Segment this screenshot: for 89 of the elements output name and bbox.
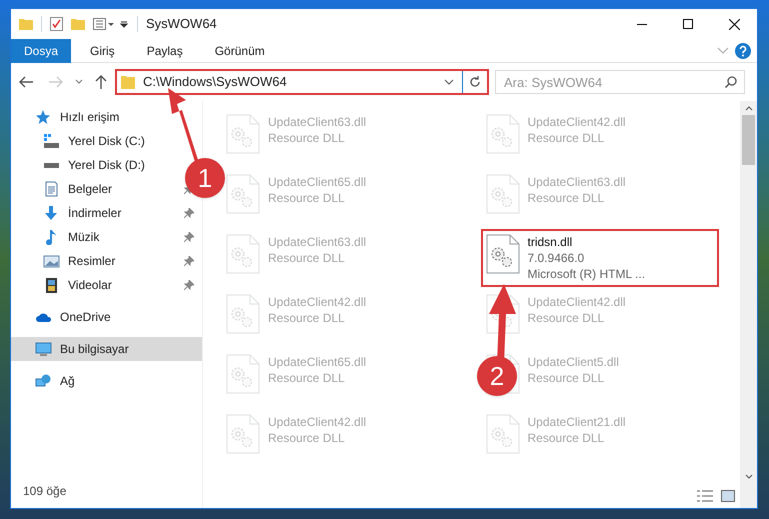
dll-file-icon: [486, 234, 520, 274]
file-type: Resource DLL: [268, 250, 346, 266]
pin-icon: [184, 256, 194, 266]
nav-label[interactable]: Resimler: [68, 252, 116, 270]
dropdown-icon[interactable]: [119, 19, 129, 29]
file-type: Resource DLL: [268, 370, 346, 386]
pc-icon: [35, 341, 52, 357]
nav-label[interactable]: Ağ: [60, 372, 75, 390]
file-name: UpdateClient65.dll: [268, 174, 366, 190]
docs-icon: [43, 181, 60, 197]
scrollbar[interactable]: [740, 101, 757, 508]
nav-label[interactable]: Hızlı erişim: [60, 108, 120, 126]
pin-icon: [184, 232, 194, 242]
file-type: Resource DLL: [528, 310, 606, 326]
nav-label[interactable]: Müzik: [68, 228, 100, 246]
video-icon: [43, 277, 60, 293]
back-arrow-icon[interactable]: [19, 76, 33, 88]
ribbon-tab[interactable]: Dosya: [11, 38, 72, 62]
nav-label[interactable]: İndirmeler: [68, 204, 122, 222]
scrollbar-thumb[interactable]: [742, 115, 755, 165]
dll-file-icon: [226, 414, 260, 454]
chevron-up-icon[interactable]: [744, 105, 752, 111]
ribbon-tab[interactable]: Giriş: [77, 38, 128, 62]
file-name: UpdateClient63.dll: [528, 174, 626, 190]
pin-icon: [184, 208, 194, 218]
ribbon-tab[interactable]: Görünüm: [202, 38, 278, 62]
file-type: Resource DLL: [528, 190, 606, 206]
file-type: Resource DLL: [528, 370, 606, 386]
nav-label[interactable]: Videolar: [68, 276, 112, 294]
nav-label[interactable]: Yerel Disk (D:): [68, 156, 145, 174]
window-title: SysWOW64: [146, 15, 217, 34]
chevron-down-icon[interactable]: [744, 474, 752, 480]
file-name: UpdateClient65.dll: [268, 354, 366, 370]
file-name: UpdateClient63.dll: [268, 234, 366, 250]
chevron-down-icon[interactable]: [75, 79, 83, 85]
file-type: Resource DLL: [528, 430, 606, 446]
file-type: Resource DLL: [268, 430, 346, 446]
file-type: Resource DLL: [268, 190, 346, 206]
download-icon: [43, 205, 60, 221]
ribbon-tab[interactable]: Paylaş: [134, 38, 196, 62]
file-version: 7.0.9466.0: [528, 250, 586, 266]
nav-item[interactable]: Bu bilgisayar: [11, 337, 202, 361]
file-name: UpdateClient21.dll: [528, 414, 626, 430]
nav-label: Bu bilgisayar: [60, 341, 129, 358]
pin-icon: [184, 280, 194, 290]
pictures-icon: [43, 253, 60, 269]
network-icon: [35, 373, 52, 389]
file-name: UpdateClient42.dll: [528, 294, 626, 310]
chevron-down-icon[interactable]: [444, 79, 454, 85]
dll-file-icon: [486, 114, 520, 154]
file-type: Resource DLL: [268, 310, 346, 326]
help-icon[interactable]: [735, 42, 751, 58]
address-path: C:\Windows\SysWOW64: [143, 73, 288, 92]
file-name: UpdateClient63.dll: [268, 114, 366, 130]
file-tile[interactable]: tridsn.dll 7.0.9466.0 Microsoft (R) HTML ...: [480, 229, 718, 287]
properties-icon: [93, 18, 115, 30]
close-icon: [728, 18, 740, 30]
dll-file-icon: [226, 174, 260, 214]
file-type: Microsoft (R) HTML ...: [528, 266, 646, 282]
file-name: UpdateClient5.dll: [528, 354, 619, 370]
search-field[interactable]: Ara: SysWOW64: [495, 70, 745, 94]
file-name: tridsn.dll: [528, 234, 574, 250]
up-arrow-icon[interactable]: [95, 75, 107, 89]
address-bar[interactable]: C:\Windows\SysWOW64: [115, 69, 489, 95]
star-icon: [35, 109, 52, 125]
file-type: Resource DLL: [268, 130, 346, 146]
refresh-icon[interactable]: [469, 76, 481, 88]
nav-label[interactable]: Belgeler: [68, 180, 112, 198]
folder-icon: [71, 18, 85, 30]
folder-icon: [19, 18, 33, 30]
dll-file-icon: [486, 414, 520, 454]
file-name: UpdateClient42.dll: [268, 414, 366, 430]
file-name: UpdateClient42.dll: [268, 294, 366, 310]
nav-label[interactable]: OneDrive: [60, 308, 111, 326]
dll-file-icon: [226, 354, 260, 394]
folder-icon: [121, 75, 135, 89]
nav-label[interactable]: Yerel Disk (C:): [68, 132, 145, 150]
dll-file-icon: [226, 234, 260, 274]
disk-c-icon: [43, 133, 60, 149]
search-icon: [725, 76, 737, 88]
dll-file-icon: [486, 174, 520, 214]
file-name: UpdateClient42.dll: [528, 114, 626, 130]
large-icons-view-icon[interactable]: [721, 490, 735, 502]
checklist-icon: [50, 17, 63, 31]
dll-file-icon: [226, 114, 260, 154]
item-count: 109 öğe: [22, 483, 68, 500]
details-view-icon[interactable]: [697, 490, 713, 502]
file-type: Resource DLL: [528, 130, 606, 146]
dll-file-icon: [226, 294, 260, 334]
